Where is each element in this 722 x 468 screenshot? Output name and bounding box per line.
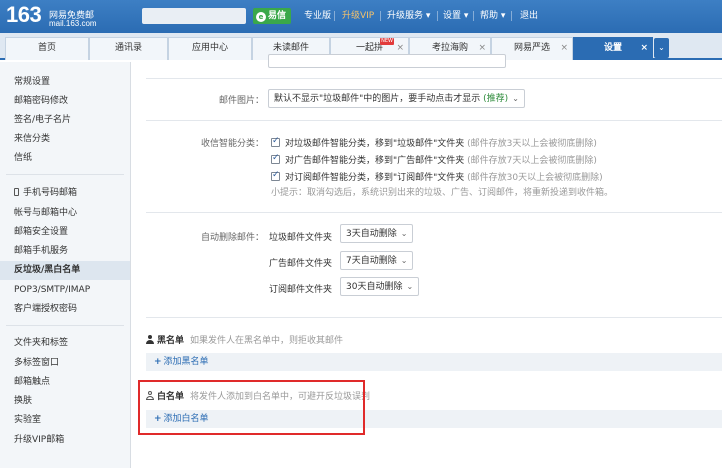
user-account-box[interactable]	[142, 8, 246, 24]
checkbox-ad-classify[interactable]	[271, 153, 280, 164]
upgrade-service-menu[interactable]: 升级服务 ▾	[387, 9, 430, 23]
subscription-folder-label: 订阅邮件文件夹	[269, 285, 333, 295]
sidebar-item-skin[interactable]: 换肤	[14, 394, 32, 408]
images-label: 邮件图片：	[218, 96, 264, 106]
tab-home[interactable]: 首页	[5, 37, 89, 60]
separator	[511, 11, 512, 21]
sidebar-divider	[6, 174, 124, 175]
separator	[473, 11, 474, 21]
upgrade-vip-link[interactable]: 升级VIP	[342, 9, 374, 23]
sidebar-item-pop3[interactable]: POP3/SMTP/IMAP	[14, 283, 90, 297]
close-icon[interactable]: ×	[640, 38, 648, 59]
sidebar-item-stationery[interactable]: 信纸	[14, 151, 32, 165]
auto-delete-label: 自动删除邮件：	[200, 233, 264, 243]
images-select[interactable]: 默认不显示"垃圾邮件"中的图片，要手动点击才显示 (推荐) ⌄	[268, 89, 525, 108]
smart-classify-label: 收信智能分类：	[200, 139, 264, 149]
smart-classify-tip: 小提示：取消勾选后，系统识别出来的垃圾、广告、订阅邮件，将重新投递到收件箱。	[271, 188, 614, 198]
new-badge: NEW	[380, 38, 394, 45]
sidebar-item-upgrade-vip[interactable]: 升级VIP邮箱	[14, 433, 64, 447]
logout-link[interactable]: 退出	[520, 9, 538, 23]
ad-autodelete-select[interactable]: 7天自动删除 ⌄	[340, 251, 414, 270]
plus-icon: +	[154, 357, 162, 367]
checkbox-spam-classify[interactable]	[271, 136, 280, 147]
sidebar-item-filters[interactable]: 来信分类	[14, 132, 50, 146]
sidebar-item-client-auth[interactable]: 客户端授权密码	[14, 302, 77, 316]
blacklist-header: 黑名单 如果发件人在黑名单中，则拒收其邮件	[146, 333, 343, 346]
chevron-down-icon[interactable]: ⌄	[654, 38, 669, 58]
spam-autodelete-select[interactable]: 3天自动删除 ⌄	[340, 224, 414, 243]
close-icon[interactable]: ×	[560, 38, 568, 59]
sidebar-item-multi-tab[interactable]: 多标签窗口	[14, 356, 59, 370]
spam-classify-text: 对垃圾邮件智能分类，移到"垃圾邮件"文件夹 (邮件存放3天以上会被彻底删除)	[285, 139, 597, 149]
sidebar-item-mobile-service[interactable]: 邮箱手机服务	[14, 244, 68, 258]
subscription-autodelete-select[interactable]: 30天自动删除 ⌄	[340, 277, 420, 296]
help-menu[interactable]: 帮助 ▾	[480, 9, 505, 23]
chevron-down-icon: ⌄	[400, 256, 408, 265]
sidebar-item-account-center[interactable]: 帐号与邮箱中心	[14, 206, 77, 220]
ad-classify-text: 对广告邮件智能分类，移到"广告邮件"文件夹 (邮件存放7天以上会被彻底删除)	[285, 156, 597, 166]
spam-folder-label: 垃圾邮件文件夹	[269, 233, 333, 243]
sidebar-item-general[interactable]: 常规设置	[14, 75, 50, 89]
settings-menu[interactable]: 设置 ▾	[443, 9, 468, 23]
top-bar: 163 网易免费邮 mail.163.com e 易信 专业版 升级VIP 升级服…	[0, 0, 722, 33]
tab-app-center[interactable]: 应用中心	[168, 37, 252, 60]
sidebar-item-password[interactable]: 邮箱密码修改	[14, 94, 68, 108]
chevron-down-icon: ⌄	[400, 229, 408, 238]
sidebar-item-phone-mailbox[interactable]: 手机号码邮箱	[14, 186, 77, 200]
chevron-down-icon: ⌄	[512, 94, 519, 103]
chevron-down-icon: ⌄	[406, 282, 414, 291]
sidebar: 常规设置 邮箱密码修改 签名/电子名片 来信分类 信纸 手机号码邮箱 帐号与邮箱…	[0, 62, 131, 468]
section-divider	[146, 78, 722, 79]
sidebar-divider	[6, 325, 124, 326]
whitelist-highlight-box	[138, 380, 365, 435]
separator	[380, 11, 381, 21]
sidebar-item-antispam[interactable]: 反垃圾/黑白名单	[0, 261, 130, 280]
subscription-classify-text: 对订阅邮件智能分类，移到"订阅邮件"文件夹 (邮件存放30天以上会被彻底删除)	[285, 173, 603, 183]
sidebar-item-signature[interactable]: 签名/电子名片	[14, 113, 71, 127]
sidebar-item-folders[interactable]: 文件夹和标签	[14, 336, 68, 350]
sidebar-item-security[interactable]: 邮箱安全设置	[14, 225, 68, 239]
clipped-select[interactable]	[268, 54, 506, 68]
sidebar-item-lab[interactable]: 实验室	[14, 413, 41, 427]
phone-icon	[14, 188, 19, 196]
logo-number: 163	[6, 2, 42, 27]
separator	[437, 11, 438, 21]
section-divider	[146, 317, 722, 318]
section-divider	[146, 212, 722, 213]
yixin-button[interactable]: e 易信	[253, 8, 292, 24]
tab-contacts[interactable]: 通讯录	[89, 37, 168, 60]
tab-settings[interactable]: 设置 ×	[573, 37, 653, 60]
ad-folder-label: 广告邮件文件夹	[269, 259, 333, 269]
logo-domain: mail.163.com	[49, 19, 97, 28]
yixin-icon: e	[256, 12, 266, 22]
checkbox-subscription-classify[interactable]	[271, 170, 280, 181]
pro-version-link[interactable]: 专业版	[304, 9, 331, 23]
separator	[334, 11, 335, 21]
user-icon	[146, 335, 154, 344]
section-divider	[146, 120, 722, 121]
add-blacklist-button[interactable]: + 添加黑名单	[146, 353, 722, 371]
sidebar-item-touchpoint[interactable]: 邮箱触点	[14, 375, 50, 389]
